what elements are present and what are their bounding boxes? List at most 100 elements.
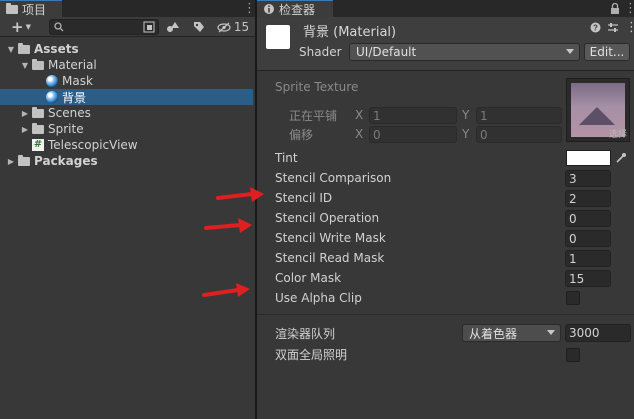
expand-arrow-icon[interactable]: ▼ [6,45,16,54]
annotation-arrow-icon [204,218,252,233]
tag-icon [194,22,204,32]
stencil-write-mask-field[interactable]: 0 [565,230,611,247]
render-queue-label: 渲染器队列 [275,326,336,341]
material-icon [46,75,58,87]
project-tabbar: 项目 ⋮ [0,0,256,17]
project-tab-label: 项目 [22,2,47,17]
use-alpha-clip-label: Use Alpha Clip [275,291,362,305]
more-options-icon[interactable]: ⋮ [625,21,634,34]
tint-color-field[interactable] [566,150,611,166]
folder-icon [6,2,18,14]
tiling-x-field[interactable]: 1 [369,107,457,124]
stencil-comparison-field[interactable]: 3 [565,170,611,187]
filter-type-icon [143,21,155,33]
svg-text:?: ? [593,24,598,33]
tree-label: TelescopicView [48,138,138,152]
lock-icon[interactable] [610,3,620,14]
preset-sliders-icon[interactable] [607,22,619,33]
tree-item-sprite[interactable]: ▶ Sprite [0,121,253,137]
inspector-tabbar: 检查器 ⋮ [257,0,634,17]
offset-label: 偏移 [289,127,314,142]
shader-dropdown[interactable]: UI/Default [349,43,580,61]
stencil-operation-field[interactable]: 0 [565,210,611,227]
tree-item-assets[interactable]: ▼ Assets [0,41,253,57]
search-by-label-button[interactable] [162,18,184,36]
edit-shader-button[interactable]: Edit... [584,43,630,61]
tab-project[interactable]: 项目 [0,0,62,17]
search-icon [54,22,64,32]
chevron-down-icon: ▼ [25,23,31,31]
stencil-id-field[interactable]: 2 [565,190,611,207]
collapse-arrow-icon[interactable]: ▶ [20,125,30,134]
csharp-script-icon: # [32,139,44,151]
tree-label: Assets [34,42,79,56]
tiling-label: 正在平铺 [289,108,338,123]
material-title: 背景 (Material) [303,24,397,40]
chevron-down-icon [547,330,555,335]
render-queue-field[interactable]: 3000 [565,324,631,342]
tree-label: Mask [62,74,93,88]
tree-label: Material [48,58,97,72]
use-alpha-clip-checkbox[interactable] [566,291,580,305]
double-sided-gi-label: 双面全局照明 [275,347,348,362]
expand-arrow-icon[interactable]: ▼ [20,61,30,70]
folder-open-icon [18,42,30,54]
stencil-id-label: Stencil ID [275,191,333,205]
tree-item-scenes[interactable]: ▶ Scenes [0,105,253,121]
shader-value: UI/Default [356,45,417,59]
offset-y-axis: Y [462,127,470,141]
folder-icon [32,122,44,134]
stencil-write-mask-label: Stencil Write Mask [275,231,386,245]
chevron-down-icon [566,49,574,54]
tree-label: Sprite [48,122,84,136]
collapse-arrow-icon[interactable]: ▶ [20,109,30,118]
sprite-texture-slot[interactable]: 选择 [566,78,630,142]
render-queue-mode: 从着色器 [469,326,518,341]
tree-label: Packages [34,154,98,168]
tint-label: Tint [275,151,298,165]
material-preview-swatch [266,25,290,49]
collapse-arrow-icon[interactable]: ▶ [6,157,16,166]
tree-label: 背景 [62,90,87,105]
stencil-read-mask-field[interactable]: 1 [565,250,611,267]
help-icon[interactable]: ? [590,22,601,33]
tree-item-mask[interactable]: Mask [0,73,253,89]
tree-item-packages[interactable]: ▶ Packages [0,153,253,169]
stencil-comparison-label: Stencil Comparison [275,171,392,185]
tree-item-material[interactable]: ▼ Material [0,57,253,73]
inspector-tab-label: 检查器 [279,2,316,17]
stencil-read-mask-label: Stencil Read Mask [275,251,385,265]
folder-icon [32,106,44,118]
plus-icon: + [11,18,24,36]
labels-button[interactable] [188,18,210,36]
offset-x-field[interactable]: 0 [369,126,457,143]
add-asset-button[interactable]: + ▼ [6,18,36,36]
double-sided-gi-checkbox[interactable] [566,348,580,362]
eye-slash-icon [217,22,231,32]
annotation-arrow-icon [216,187,264,202]
material-icon [46,91,58,103]
tiling-y-field[interactable]: 1 [476,107,562,124]
sprite-texture-label: Sprite Texture [275,80,359,94]
tree-label: Scenes [48,106,91,120]
folder-open-icon [32,58,44,70]
tree-item-telescopicview[interactable]: # TelescopicView [0,137,253,153]
more-options-icon[interactable]: ⋮ [624,0,634,17]
offset-y-field[interactable]: 0 [476,126,562,143]
tab-inspector[interactable]: 检查器 [257,0,333,17]
tree-item-background[interactable]: 背景 [0,89,253,105]
tiling-y-axis: Y [462,108,470,122]
stencil-operation-label: Stencil Operation [275,211,380,225]
search-by-type-button[interactable] [141,18,157,36]
info-icon [264,4,274,14]
select-texture-button[interactable]: 选择 [609,127,627,140]
eyedropper-icon[interactable] [615,152,627,164]
project-toolbar: + ▼ 15 [0,17,255,37]
header-actions: ? ⋮ [590,21,634,34]
hidden-packages-toggle[interactable]: 15 [214,18,252,36]
color-mask-field[interactable]: 15 [565,270,611,287]
annotation-arrow-icon [202,283,250,297]
render-queue-dropdown[interactable]: 从着色器 [462,324,561,342]
tiling-x-axis: X [355,108,364,122]
offset-x-axis: X [355,127,364,141]
